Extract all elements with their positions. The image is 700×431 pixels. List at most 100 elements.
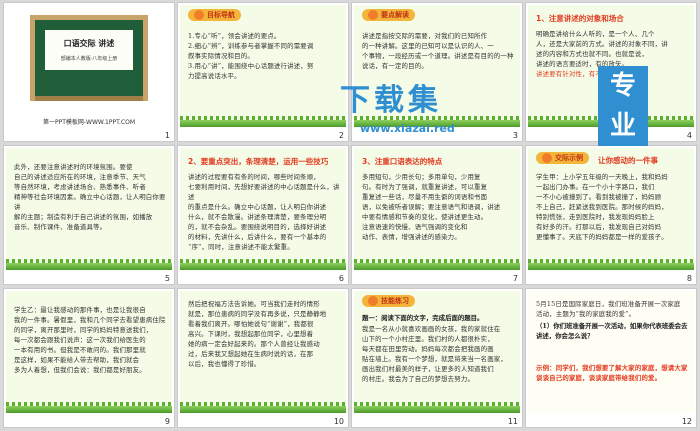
grass-decoration [354, 259, 520, 270]
body-line: 的一种讲解。这里的已知可以是认识的人、一 [362, 42, 494, 50]
section-tag-label: 要点解读 [381, 11, 409, 19]
slide-thumbnail-9[interactable]: 学生乙：最让我感动的那件事，也是让我很自 我的一件事。暑假里，我和几个同学去看望… [3, 288, 175, 428]
question-text: （1）你们班准备开展一次活动，如果你代表班委会去讲述，你会怎么说？ [536, 322, 688, 340]
body-line: 等自然环境，考虑讲述场合、熟悉事件、听者 [14, 183, 146, 191]
slide-number: 1 [164, 131, 170, 140]
body-line: 什么，就不会散漫。讲述条理清楚，要条理分明 [188, 213, 327, 221]
section-tag-label: 目标导航 [207, 11, 235, 19]
flower-icon [368, 10, 378, 20]
body-line: 1.专心“听”，领会讲述的要点。 [188, 32, 281, 40]
flower-icon [194, 10, 204, 20]
body-line: 重复述一些话，尽量不用生僻的词语和书面 [362, 193, 488, 201]
body-line: 山下的一个小村庄里。我们村的人都很朴实， [362, 335, 494, 343]
slide-body: 讲述是指按交际的需要，对我们的已知所作 的一种讲解。这里的已知可以是认识的人、一… [362, 31, 514, 71]
body-line: 特别慌张，走到医院时，我发现妈妈脸上 [536, 213, 655, 221]
body-line: 更懂事了。天底下的妈妈都是一样的爱孩子。 [536, 233, 668, 241]
grass-decoration [354, 402, 520, 413]
body-line: 她的病一定会好起来的。那个人曾经让我感动 [188, 340, 320, 348]
body-line: 人，还是大家前的方式。讲述的对象不同，讲 [536, 40, 668, 48]
section-tag: 交际示例 [536, 152, 589, 164]
slide-thumbnail-3[interactable]: 要点解读 讲述是指按交际的需要，对我们的已知所作 的一种讲解。这里的已知可以是认… [351, 2, 523, 142]
body-line: 七要利用时间，先想好要讲述的中心话题是什么，讲述 [188, 183, 340, 201]
body-line: 的同学，离开那里时，同学的妈妈特意送我们， [14, 326, 153, 334]
body-line: 解的主题；制造有利于自己讲述的氛围，如播放 [14, 213, 153, 221]
slide-body: 我是一名从小就喜欢画画的女孩，我的家就住在 山下的一个小村庄里。我们村的人都很朴… [362, 324, 514, 384]
question-heading: 题一：阅读下面的文字，完成后面的题目。 [362, 314, 484, 322]
slide-thumbnail-1[interactable]: 口语交际 讲述 部编本人教版·八年级上册 第一PPT模板网-WWW.1PPT.C… [3, 2, 175, 142]
watermark-title: 下载集 [340, 83, 442, 118]
body-line: 讲述是指按交际的需要，对我们的已知所作 [362, 32, 488, 40]
slide-number: 7 [512, 274, 518, 283]
slide-canvas: 口语交际 讲述 部编本人教版·八年级上册 第一PPT模板网-WWW.1PPT.C… [6, 5, 172, 127]
slide-number: 3 [512, 131, 518, 140]
slide-thumbnail-6[interactable]: 2、要重点突出，条理清楚，运用一些技巧 讲述的过程要有有条的时间，哪些时间条顺，… [177, 145, 349, 285]
section-tag: 目标导航 [188, 9, 241, 21]
slide-canvas: 3、注重口语表达的特点 多用短句，少用长句；多用单句，少用复 句。有时为了强调，… [354, 148, 520, 270]
flower-icon [542, 153, 552, 163]
section-tag: 要点解读 [362, 9, 415, 21]
answer-text: 示例：同学们，我们想要了解大家的家庭，想请大家谈谈自己的家庭，谈谈家庭带给我们的… [536, 364, 688, 382]
slide-number: 2 [338, 131, 344, 140]
slide-heading: 让你感动的一件事 [598, 156, 658, 165]
slide-thumbnail-11[interactable]: 技能练习 题一：阅读下面的文字，完成后面的题目。 我是一名从小就喜欢画画的女孩，… [351, 288, 523, 428]
body-line: 不上自己，赶紧送我到医院。那时候的妈妈， [536, 203, 668, 211]
slide-body: 然后把祝福方法告诉她。可当我们走时的情形 就是，那位患病的同学没有再多说，只是静… [188, 299, 340, 369]
body-line: 高兴。下课时，我想起那位同学，心里想着 [188, 330, 314, 338]
body-line: 注意语速的快慢、语气强调的变化和 [362, 223, 468, 231]
slide-thumbnail-2[interactable]: 目标导航 1.专心“听”，领会讲述的要点。 2.细心“辨”，训练参与者掌握不同的… [177, 2, 349, 142]
body-line: 看着我们离开。哪怕她说句“谢谢”，我都很 [188, 320, 314, 328]
slide-body: 学生乙：最让我感动的那件事，也是让我很自 我的一件事。暑假里，我和几个同学去看望… [14, 305, 166, 375]
slide-number: 5 [164, 274, 170, 283]
slide-body: 讲述的过程要有有条的时间，哪些时间条顺， 七要利用时间，先想好要讲述的中心话题是… [188, 172, 340, 252]
slide-thumbnail-8[interactable]: 交际示例 让你感动的一件事 学生甲：上小学五年级的一天晚上，我和妈妈 一起出门办… [525, 145, 697, 285]
watermark-badge: 专业 [598, 66, 648, 146]
body-line: 说话，有一定的目的。 [362, 62, 428, 70]
slide-canvas: 学生乙：最让我感动的那件事，也是让我很自 我的一件事。暑假里，我和几个同学去看望… [6, 291, 172, 413]
body-line: 明确是讲给什么人听的，是一个人、几个 [536, 30, 655, 38]
slide-thumbnail-7[interactable]: 3、注重口语表达的特点 多用短句，少用长句；多用单句，少用复 句。有时为了强调，… [351, 145, 523, 285]
body-line: 此外，还要注意讲述时的环境氛围。要使 [14, 163, 133, 171]
section-tag: 技能练习 [362, 295, 415, 307]
grass-decoration [528, 259, 694, 270]
body-line: 动作、表情，增强讲述的感染力。 [362, 233, 461, 241]
body-line: 一不小心被撞到了。看到我被撞了，妈妈顾 [536, 193, 662, 201]
slide-canvas: 然后把祝福方法告诉她。可当我们走时的情形 就是，那位患病的同学没有再多说，只是静… [180, 291, 346, 413]
slide-number: 11 [507, 417, 518, 426]
body-line: 的，就不会杂乱。要围绕说明目的，选择好讲述 [188, 223, 327, 231]
body-line: 我的一件事。暑假里，我和几个同学去看望患病住院 [14, 316, 166, 324]
body-line: 画出我们村最美的样子，让更多的人知道我们 [362, 365, 494, 373]
grass-decoration [6, 402, 172, 413]
slide-body: 多用短句，少用长句；多用单句，少用复 句。有时为了强调，就重复讲述，可以重复 重… [362, 172, 514, 242]
body-line: 一本有用的书。但我是不敢问的。我们那里就 [14, 346, 146, 354]
slide-canvas: 技能练习 题一：阅读下面的文字，完成后面的题目。 我是一名从小就喜欢画画的女孩，… [354, 291, 520, 413]
slide-body: 此外，还要注意讲述时的环境氛围。要使 自己的讲述适应所在的环境，注意季节、天气 … [14, 162, 166, 232]
chalkboard: 口语交际 讲述 部编本人教版·八年级上册 [30, 15, 148, 101]
body-line: 以后，我也懂得了珍惜。 [188, 360, 261, 368]
slide-thumbnail-5[interactable]: 此外，还要注意讲述时的环境氛围。要使 自己的讲述适应所在的环境，注意季节、天气 … [3, 145, 175, 285]
body-line: 然后把祝福方法告诉她。可当我们走时的情形 [188, 300, 320, 308]
body-line: 学生甲：上小学五年级的一天晚上，我和妈妈 [536, 173, 668, 181]
body-line: 句。有时为了强调，就重复讲述，可以重复 [362, 183, 488, 191]
slide-thumbnail-12[interactable]: 5月15日是国际家庭日，我们班准备开展一次家庭 活动，主题为“我的家庭我的爱”。… [525, 288, 697, 428]
slide-canvas: 此外，还要注意讲述时的环境氛围。要使 自己的讲述适应所在的环境，注意季节、天气 … [6, 148, 172, 270]
body-line: 叙事实际情况和目的。 [188, 52, 254, 60]
section-tag-label: 技能练习 [381, 297, 409, 305]
chalk-tray [35, 96, 143, 101]
grass-decoration [6, 259, 172, 270]
body-line: “序”，同时，注意讲述不能太繁重。 [188, 243, 294, 251]
body-line: 多用短句，少用长句；多用单句，少用复 [362, 173, 481, 181]
body-line: 3.用心“讲”，能围绕中心话题进行讲述，努 [188, 62, 314, 70]
body-line: 多为人着想，但我们会说：我们都是好朋友。 [14, 366, 146, 374]
slide-number: 8 [686, 274, 692, 283]
template-link: 第一PPT模板网-WWW.1PPT.COM [42, 119, 136, 126]
body-line: 每天都在田里劳动。妈妈每次都会把我画的画 [362, 345, 494, 353]
body-line: 每一次都会跟我们说声：这一次我们给医生的 [14, 336, 146, 344]
body-line: 是这样，如果不能给人带去帮助，我们就会 [14, 356, 140, 364]
body-line: 的重点是什么。确立中心话题，让人明白你讲述 [188, 203, 327, 211]
slide-thumbnail-10[interactable]: 然后把祝福方法告诉她。可当我们走时的情形 就是，那位患病的同学没有再多说，只是静… [177, 288, 349, 428]
slide-heading: 1、注意讲述的对象和场合 [536, 14, 624, 23]
slide-number: 4 [686, 131, 692, 140]
slide-body: 学生甲：上小学五年级的一天晚上，我和妈妈 一起出门办事。在一个小十字路口，我们 … [536, 172, 688, 242]
body-line: 贴在墙上。我有一个梦想，就是将来当一名画家， [362, 355, 507, 363]
slide-canvas: 5月15日是国际家庭日，我们班准备开展一次家庭 活动，主题为“我的家庭我的爱”。… [528, 291, 694, 413]
